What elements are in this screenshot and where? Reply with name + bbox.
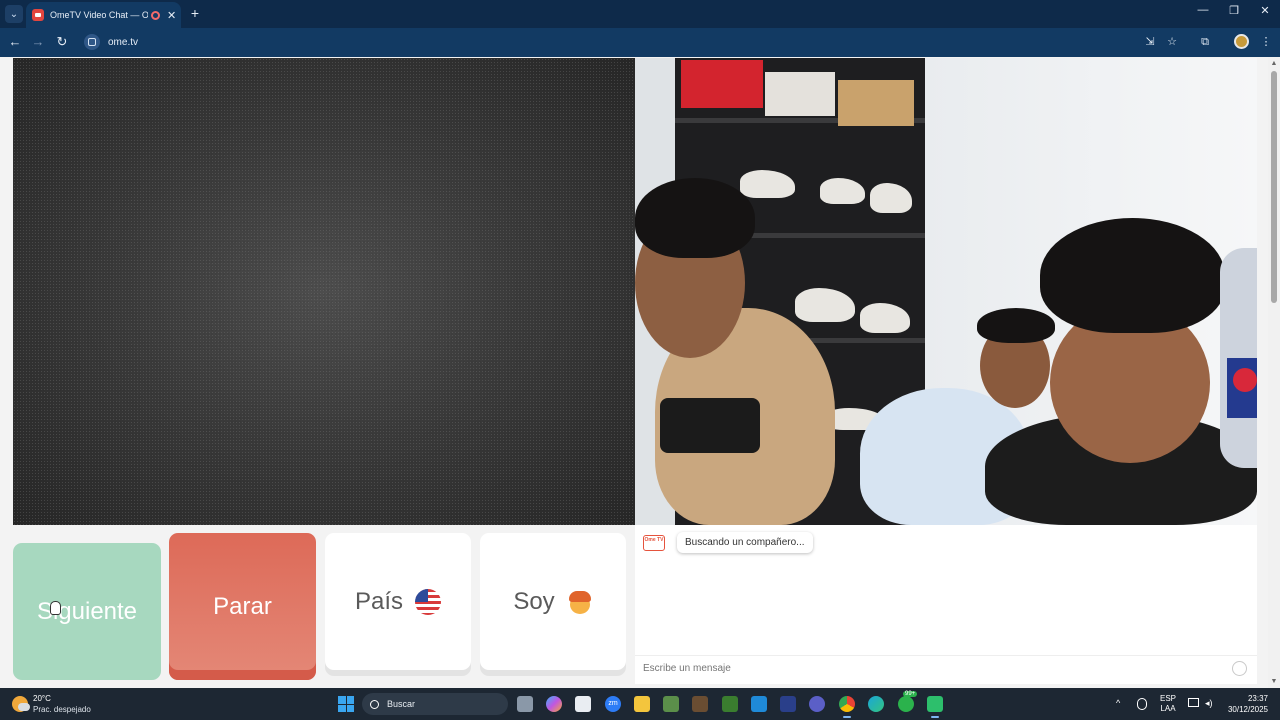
tray-overflow-icon[interactable]: ^ [1116, 698, 1120, 708]
game-app-icon[interactable] [663, 696, 679, 712]
ometv-logo-icon: Ome TV [643, 535, 665, 551]
stop-button[interactable]: Parar [169, 533, 316, 680]
browser-menu-icon[interactable]: ⋮ [1258, 34, 1274, 50]
windows-taskbar: 20°C Prac. despejado Buscar zm 99+ ^ ESP… [0, 688, 1280, 720]
address-bar[interactable]: ome.tv [80, 31, 1190, 53]
minecraft-icon[interactable] [722, 696, 738, 712]
chat-panel: Ome TV Buscando un compañero... [635, 525, 1257, 684]
tab-search-button[interactable]: ⌄ [5, 5, 23, 23]
file-explorer-icon[interactable] [634, 696, 650, 712]
gender-select-button[interactable]: Soy [480, 533, 626, 670]
us-flag-icon [415, 588, 442, 615]
ometv-favicon-icon [32, 9, 44, 21]
microphone-icon[interactable] [1137, 698, 1147, 710]
teams-icon[interactable] [809, 696, 825, 712]
system-clock[interactable]: 23:37 30/12/2025 [1224, 693, 1268, 715]
video-noise [13, 58, 635, 525]
volume-icon[interactable]: ◂) [1205, 698, 1213, 709]
network-icon[interactable] [1188, 698, 1199, 707]
install-app-icon[interactable]: ⇲ [1142, 34, 1158, 50]
tab-close-icon[interactable]: ✕ [167, 9, 176, 22]
windows-start-icon[interactable] [338, 696, 354, 712]
bookmark-star-icon[interactable]: ☆ [1164, 34, 1180, 50]
taskbar-search-box[interactable]: Buscar [362, 693, 508, 715]
reload-button[interactable]: ↻ [54, 34, 70, 50]
video-redbull-sign [1227, 358, 1257, 418]
emoji-picker-icon[interactable] [1232, 661, 1247, 676]
extensions-icon[interactable]: ⧉ [1197, 34, 1213, 50]
self-camera-video [635, 58, 1257, 525]
profile-avatar[interactable] [1234, 34, 1249, 49]
weather-icon[interactable] [12, 696, 30, 712]
vscode-icon[interactable] [751, 696, 767, 712]
boy-emoji-icon [567, 589, 593, 615]
restore-button[interactable]: ❐ [1219, 4, 1249, 17]
video-microphone [660, 398, 760, 453]
new-tab-button[interactable]: + [188, 5, 202, 21]
chat-message-input[interactable] [635, 656, 1195, 680]
forward-button[interactable]: → [30, 34, 46, 49]
browser-tab-bar: ⌄ OmeTV Video Chat — Ome ✕ + — ❐ ✕ [0, 0, 1280, 28]
weather-temperature[interactable]: 20°C [33, 694, 51, 703]
task-view-icon[interactable] [517, 696, 533, 712]
url-text: ome.tv [108, 36, 139, 48]
scrollbar-thumb[interactable] [1271, 71, 1277, 303]
country-button-label: País [354, 587, 404, 615]
browser-toolbar: ← → ↻ ome.tv ⇲ ☆ ⧉ ⋮ [0, 28, 1280, 57]
page-scrollbar[interactable]: ▲ ▼ [1268, 57, 1280, 688]
next-button[interactable]: Siguiente [13, 543, 161, 680]
jetbrains-icon[interactable] [780, 696, 796, 712]
scroll-up-icon[interactable]: ▲ [1270, 60, 1278, 67]
country-filter-button[interactable]: País [325, 533, 471, 670]
recording-indicator-icon [151, 10, 160, 20]
copilot-icon[interactable] [546, 696, 562, 712]
search-icon [370, 699, 379, 709]
tab-title: OmeTV Video Chat — Ome [50, 10, 148, 20]
language-indicator[interactable]: ESP LAA [1160, 694, 1176, 714]
game-app-2-icon[interactable] [692, 696, 708, 712]
browser-tab[interactable]: OmeTV Video Chat — Ome ✕ [26, 2, 181, 28]
back-button[interactable]: ← [7, 34, 23, 49]
chat-status-message: Buscando un compañero... [677, 532, 813, 553]
site-info-icon[interactable] [84, 34, 100, 50]
close-window-button[interactable]: ✕ [1250, 4, 1280, 17]
edge-icon[interactable] [868, 696, 884, 712]
partner-video-static [13, 58, 635, 525]
weather-description[interactable]: Prac. despejado [33, 705, 91, 714]
minimize-button[interactable]: — [1188, 4, 1218, 16]
ometv-app-icon[interactable] [927, 696, 943, 718]
whatsapp-badge: 99+ [903, 691, 918, 697]
zoom-icon[interactable]: zm [605, 696, 621, 712]
taskbar-search-placeholder: Buscar [387, 699, 416, 709]
whatsapp-icon[interactable] [898, 696, 914, 712]
store-icon[interactable] [575, 696, 591, 712]
gender-button-label: Soy [513, 587, 555, 615]
video-red-box [681, 60, 763, 108]
chrome-icon[interactable] [839, 696, 855, 718]
mouse-cursor-icon [50, 601, 61, 615]
chat-input-area [635, 655, 1257, 681]
scroll-down-icon[interactable]: ▼ [1270, 678, 1278, 685]
ometv-page: Siguiente Parar País Soy Ome TV Buscando… [0, 57, 1268, 688]
stop-button-label: Parar [213, 592, 272, 620]
